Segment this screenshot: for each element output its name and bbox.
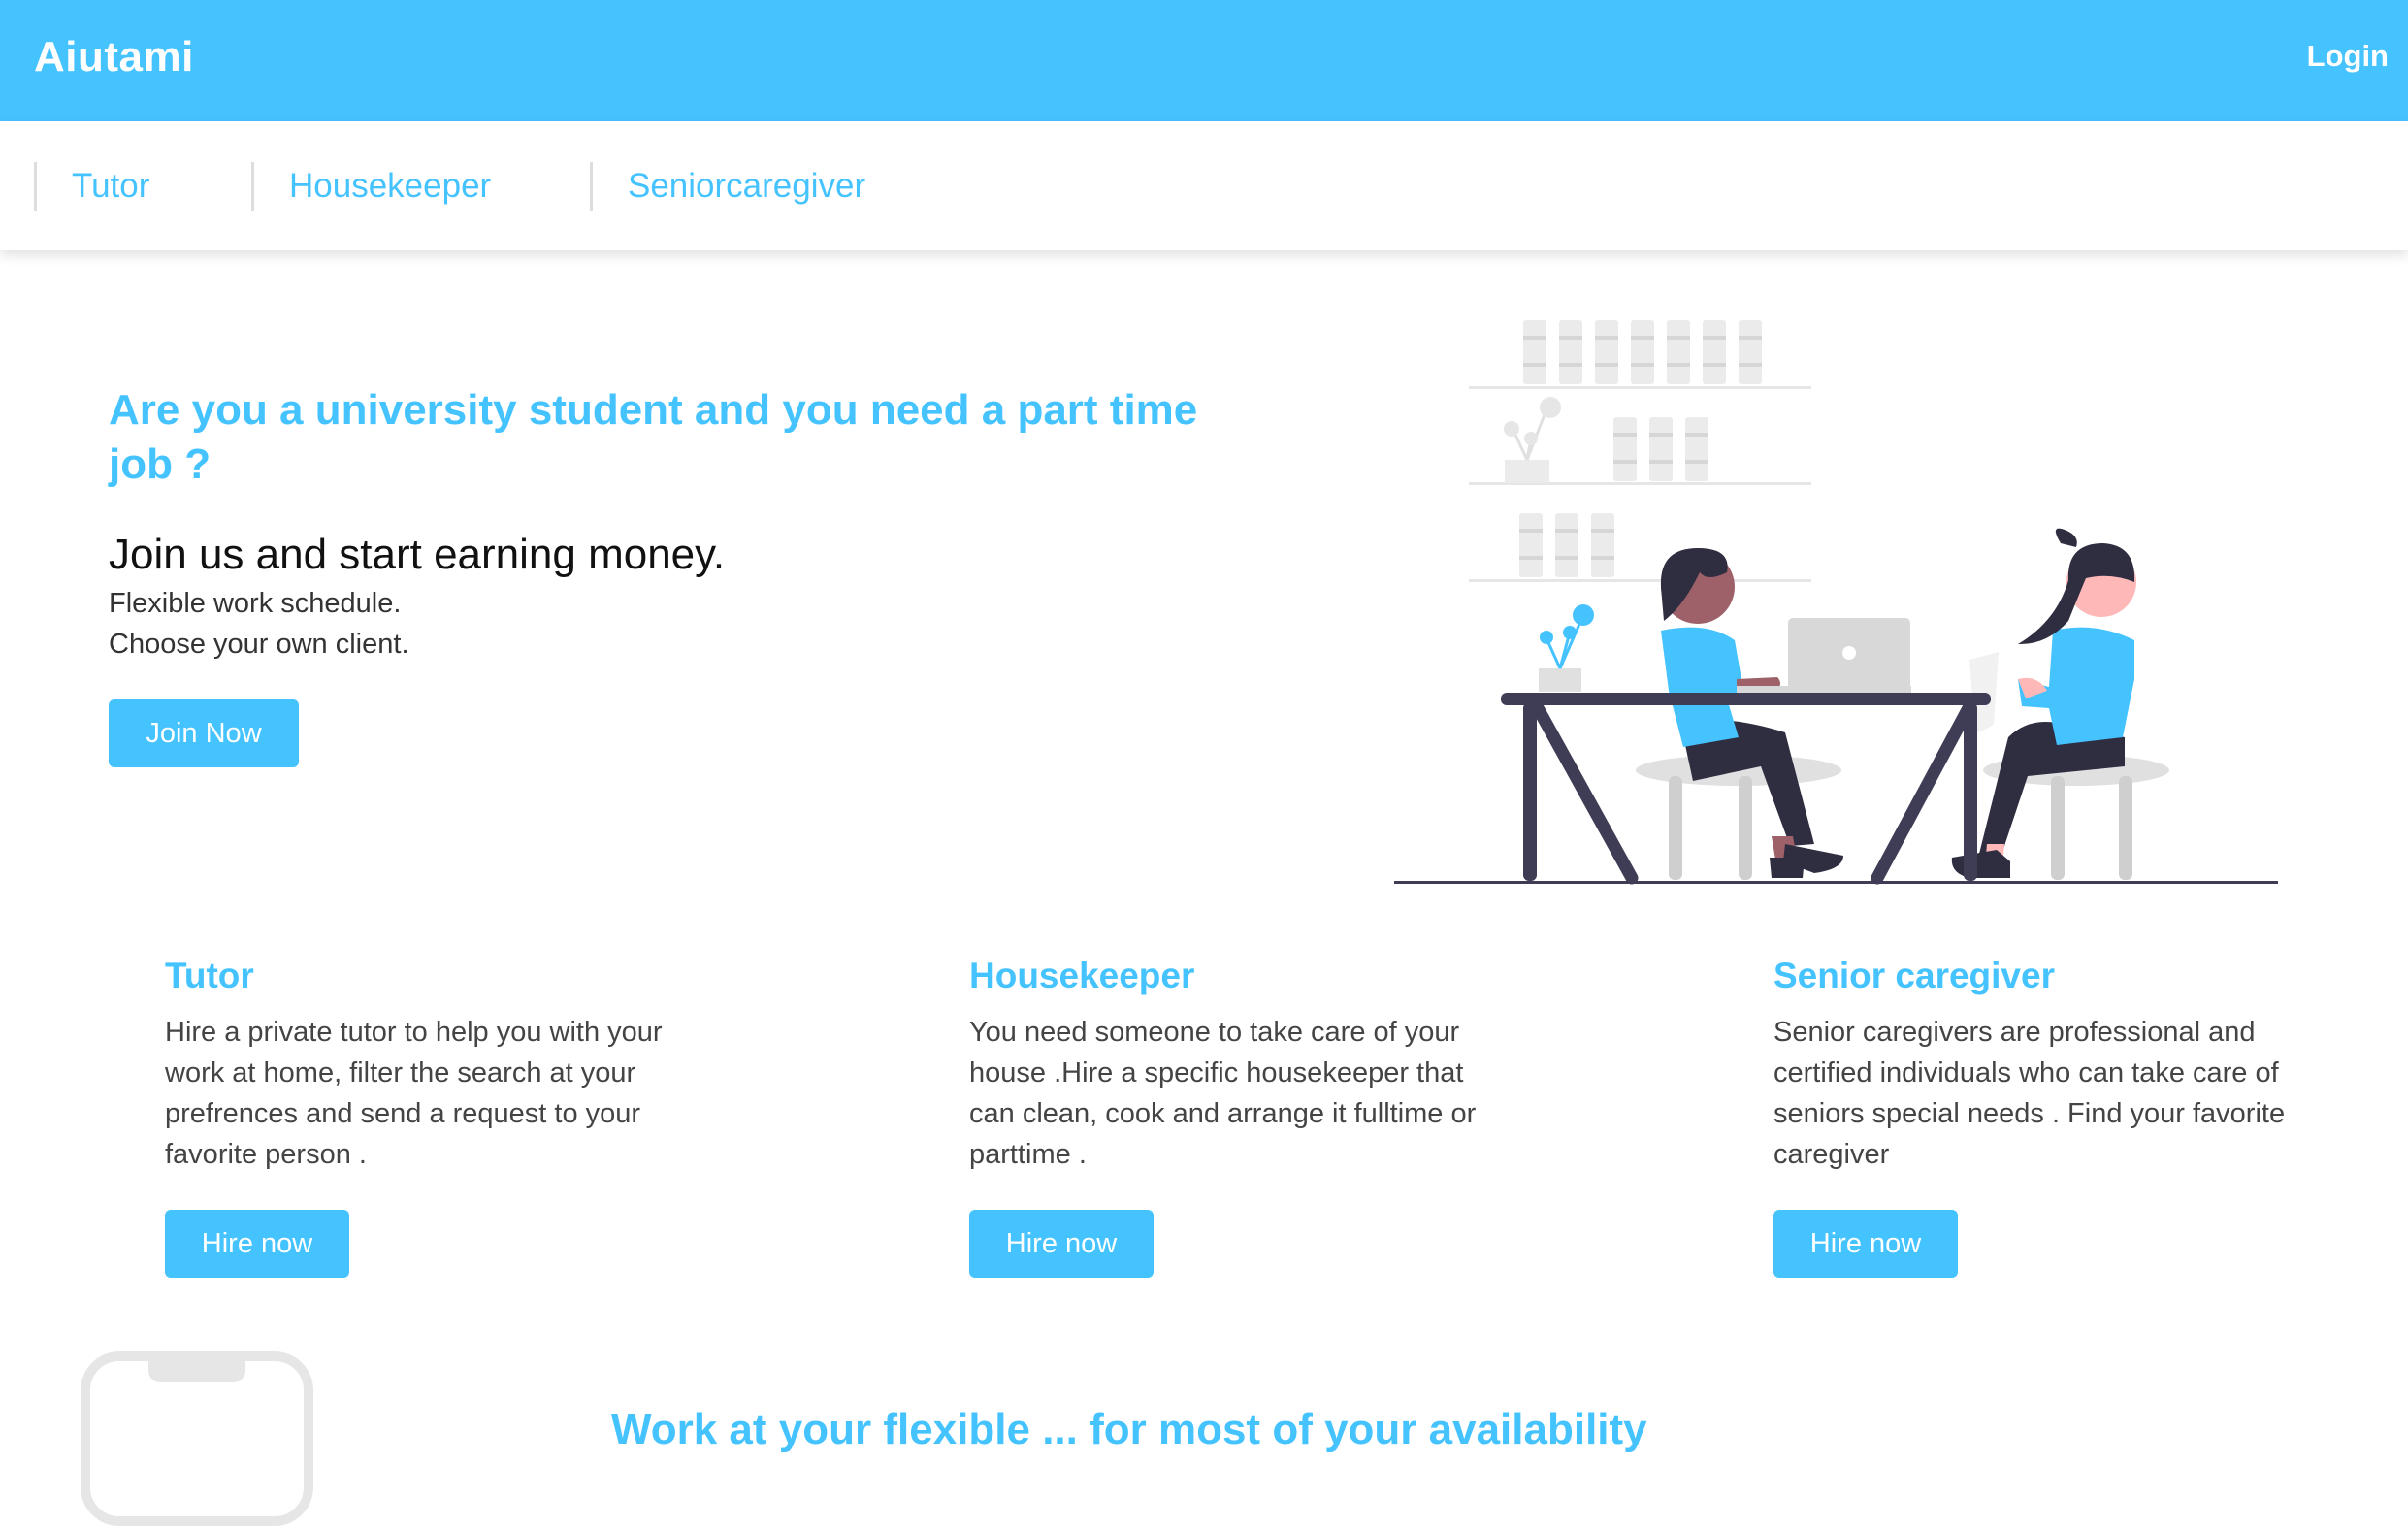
shelf-plant-gray [1504, 397, 1561, 483]
two-people-at-table-illustration [1394, 320, 2278, 885]
hire-senior-caregiver-button[interactable]: Hire now [1773, 1210, 1958, 1278]
login-link[interactable]: Login [2214, 39, 2389, 74]
service-title-senior-caregiver: Senior caregiver [1773, 956, 2055, 995]
phone-outline-icon [81, 1351, 313, 1526]
service-title-housekeeper: Housekeeper [969, 956, 1195, 995]
hire-housekeeper-button[interactable]: Hire now [969, 1210, 1154, 1278]
service-title-tutor: Tutor [165, 956, 254, 995]
service-desc-housekeeper: You need someone to take care of your ho… [969, 1017, 1477, 1170]
service-desc-tutor: Hire a private tutor to help you with yo… [165, 1017, 663, 1170]
join-now-button[interactable]: Join Now [109, 699, 299, 767]
top-bar: Aiutami Login [0, 0, 2408, 121]
nav-item-housekeeper[interactable]: Housekeeper [251, 162, 491, 211]
bottom-section-heading: Work at your flexible ... for most of yo… [611, 1406, 1647, 1453]
hero-headline: Join us and start earning money. [109, 531, 726, 578]
hero-question: Are you a university student and you nee… [109, 386, 1198, 488]
hero-feature-schedule: Flexible work schedule. [109, 588, 402, 619]
books-top [1523, 320, 1762, 384]
hero-feature-client: Choose your own client. [109, 629, 409, 660]
floor-line [1394, 881, 2278, 884]
category-nav: Tutor Housekeeper Seniorcaregiver [0, 121, 2408, 250]
hire-tutor-button[interactable]: Hire now [165, 1210, 349, 1278]
nav-item-tutor[interactable]: Tutor [34, 162, 149, 211]
nav-item-seniorcaregiver[interactable]: Seniorcaregiver [590, 162, 865, 211]
phone-notch [148, 1361, 245, 1382]
table-plant [1539, 604, 1594, 692]
brand-logo[interactable]: Aiutami [34, 33, 194, 81]
service-desc-senior-caregiver: Senior caregivers are professional and c… [1773, 1017, 2286, 1170]
